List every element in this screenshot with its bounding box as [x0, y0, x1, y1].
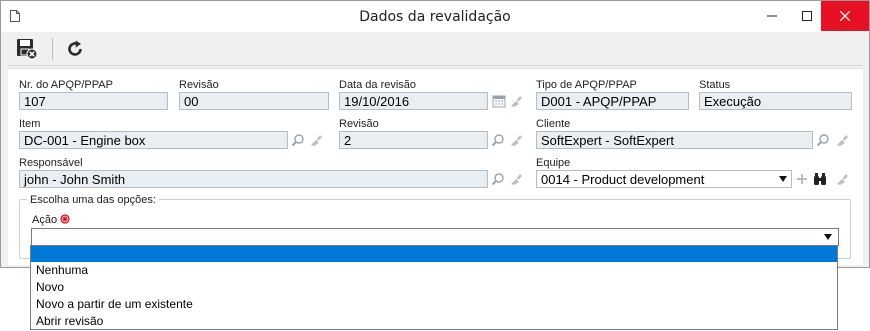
search-icon[interactable]	[290, 132, 306, 148]
toolbar-separator	[52, 38, 53, 60]
toolbar	[8, 32, 863, 66]
dropdown-option-novo-existente[interactable]: Novo a partir de um existente	[31, 296, 837, 313]
chevron-down-icon	[824, 234, 832, 240]
data-revisao-field[interactable]: 19/10/2016	[339, 92, 488, 110]
clear-item-icon[interactable]	[308, 132, 324, 148]
item-label: Item	[19, 118, 41, 130]
chevron-down-icon	[779, 176, 787, 182]
refresh-icon	[68, 40, 82, 56]
dropdown-option-novo[interactable]: Novo	[31, 279, 837, 296]
clear-cliente-icon[interactable]	[834, 132, 850, 148]
search-icon[interactable]	[490, 132, 506, 148]
dropdown-option-nenhuma[interactable]: Nenhuma	[31, 262, 837, 279]
equipe-select[interactable]: 0014 - Product development	[536, 170, 792, 188]
responsavel-label: Responsável	[19, 157, 83, 169]
options-group-legend: Escolha uma das opções:	[27, 194, 159, 206]
close-icon	[840, 11, 850, 21]
minimize-icon	[767, 15, 777, 17]
acao-label-text: Ação	[32, 214, 58, 226]
acao-label: Ação	[32, 214, 70, 226]
nr-label: Nr. do APQP/PPAP	[19, 79, 113, 91]
search-icon[interactable]	[490, 171, 506, 187]
dialog-window: Dados da revalidação Nr. do APQP/PPAP 10…	[0, 0, 870, 268]
equipe-label: Equipe	[536, 157, 571, 169]
tipo-label: Tipo de APQP/PPAP	[536, 79, 637, 91]
required-icon	[60, 214, 70, 224]
revisao2-label: Revisão	[339, 118, 379, 130]
form-area: Nr. do APQP/PPAP 107 Revisão 00 Data da …	[8, 68, 863, 265]
nr-field[interactable]: 107	[19, 92, 168, 110]
equipe-select-value: 0014 - Product development	[541, 172, 705, 187]
dropdown-option-empty[interactable]	[31, 246, 837, 262]
search-icon[interactable]	[815, 132, 831, 148]
clear-revisao-icon[interactable]	[508, 132, 524, 148]
data-revisao-label: Data da revisão	[339, 79, 417, 91]
clear-responsavel-icon[interactable]	[508, 171, 524, 187]
binoculars-icon[interactable]	[812, 171, 828, 187]
close-button[interactable]	[821, 1, 869, 31]
acao-dropdown-list: Nenhuma Novo Novo a partir de um existen…	[30, 245, 838, 330]
status-field[interactable]: Execução	[699, 92, 852, 110]
acao-select[interactable]	[31, 228, 839, 246]
calendar-icon[interactable]	[491, 93, 507, 109]
revisao-label: Revisão	[179, 79, 219, 91]
add-icon[interactable]	[794, 171, 810, 187]
revisao2-field[interactable]: 2	[339, 131, 488, 149]
responsavel-field[interactable]: john - John Smith	[19, 170, 488, 188]
status-label: Status	[699, 79, 731, 91]
dropdown-option-abrir-revisao[interactable]: Abrir revisão	[31, 313, 837, 330]
save-close-icon	[17, 39, 38, 60]
tipo-field[interactable]: D001 - APQP/PPAP	[536, 92, 689, 110]
dialog-content: Nr. do APQP/PPAP 107 Revisão 00 Data da …	[8, 32, 863, 265]
cliente-label: Cliente	[536, 118, 571, 130]
maximize-icon	[802, 11, 812, 21]
clear-equipe-icon[interactable]	[834, 171, 850, 187]
window-title: Dados da revalidação	[359, 9, 511, 25]
title-bar: Dados da revalidação	[1, 1, 869, 32]
revisao-field[interactable]: 00	[179, 92, 329, 110]
save-close-button[interactable]	[15, 37, 39, 61]
clear-date-icon[interactable]	[508, 93, 524, 109]
cliente-field[interactable]: SoftExpert - SoftExpert	[536, 131, 813, 149]
refresh-button[interactable]	[63, 37, 87, 61]
item-field[interactable]: DC-001 - Engine box	[19, 131, 288, 149]
